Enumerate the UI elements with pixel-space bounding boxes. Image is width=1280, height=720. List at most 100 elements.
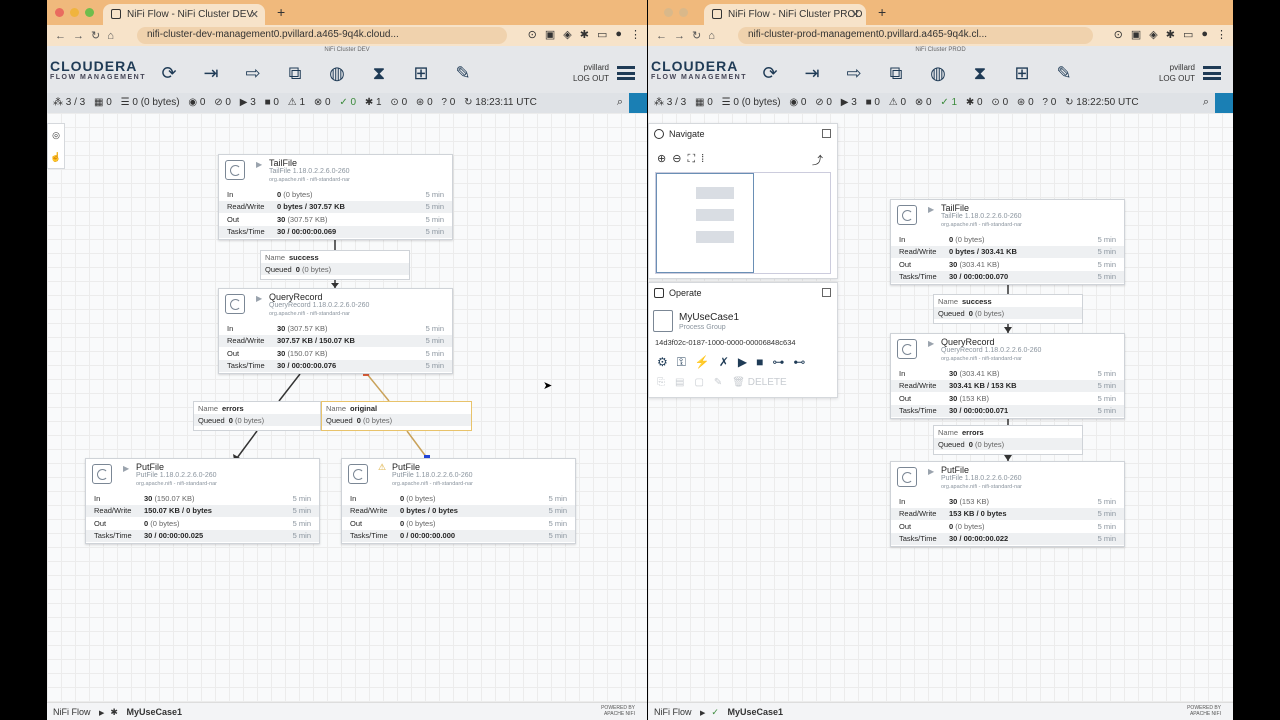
label-tool-icon[interactable]: ✎ bbox=[1050, 62, 1078, 84]
extension-icons[interactable]: ⊙ ▣ ◈ ✱ ▭ ● ⋮ bbox=[528, 28, 641, 41]
new-tab-button[interactable]: + bbox=[878, 4, 886, 20]
logo-subtext: FLOW MANAGEMENT bbox=[50, 74, 146, 81]
hamburger-icon[interactable] bbox=[617, 66, 635, 80]
processor-putfile-original[interactable]: ⚠ PutFile PutFile 1.18.0.2.2.6.0-260 org… bbox=[341, 458, 576, 544]
processor-name: QueryRecord bbox=[269, 292, 323, 302]
invalid-count: ⚠ 0 bbox=[888, 97, 907, 108]
search-icon[interactable]: ⌕ bbox=[1203, 96, 1209, 109]
remote-group-tool-icon[interactable]: ◍ bbox=[924, 62, 952, 84]
bulletin-board-button[interactable] bbox=[1215, 93, 1233, 113]
processor-putfile[interactable]: ▶ PutFile PutFile 1.18.0.2.2.6.0-260 org… bbox=[890, 461, 1125, 547]
template-icon[interactable]: ⊶ bbox=[772, 355, 784, 370]
processor-tailfile[interactable]: ▶ TailFile TailFile 1.18.0.2.2.6.0-260 o… bbox=[218, 154, 453, 240]
apache-nifi-logo: POWERED BY APACHE NIFI bbox=[1187, 705, 1221, 717]
remote-group-tool-icon[interactable]: ◍ bbox=[323, 62, 351, 84]
play-icon[interactable]: ▶ bbox=[738, 355, 747, 370]
browser-tab[interactable]: NiFi Flow - NiFi Cluster DEV ✕ bbox=[103, 4, 265, 25]
total-queued: ☰ 0 (0 bytes) bbox=[721, 97, 781, 108]
user-name: pvillard bbox=[583, 63, 609, 72]
processor-putfile-errors[interactable]: ▶ PutFile PutFile 1.18.0.2.2.6.0-260 org… bbox=[85, 458, 320, 544]
search-icon[interactable]: ⌕ bbox=[617, 96, 623, 109]
output-port-tool-icon[interactable]: ⇨ bbox=[239, 62, 267, 84]
nav-buttons[interactable]: ←→↻⌂ bbox=[55, 29, 121, 42]
processor-name: QueryRecord bbox=[941, 337, 995, 347]
gear-icon[interactable]: ⚙ bbox=[657, 355, 668, 370]
hamburger-icon[interactable] bbox=[1203, 66, 1221, 80]
running-icon: ▶ bbox=[928, 205, 935, 214]
flow-canvas[interactable]: ◎ ☝ ▶ TailFile TailFile 1.18.0.2.2.6.0-26… bbox=[47, 113, 647, 702]
copy-icon[interactable]: ⎘ bbox=[657, 377, 665, 388]
process-group-tool-icon[interactable]: ⧉ bbox=[281, 62, 309, 84]
nav-buttons[interactable]: ←→↻⌂ bbox=[656, 29, 722, 42]
fit-icon[interactable]: ⛶ bbox=[687, 153, 695, 165]
zoom-in-icon[interactable]: ⊕ bbox=[657, 153, 666, 165]
processor-tool-icon[interactable]: ⟳ bbox=[756, 62, 784, 84]
disable-icon[interactable]: ✗ bbox=[719, 355, 729, 370]
warning-icon[interactable]: ⚠ bbox=[378, 462, 386, 473]
not-transmitting: ⊘ 0 bbox=[815, 97, 832, 108]
funnel-tool-icon[interactable]: ⧗ bbox=[966, 62, 994, 84]
navigate-panel: Navigate ⊕ ⊖ ⛶ ⁞ ⤴ bbox=[648, 123, 838, 279]
input-port-tool-icon[interactable]: ⇥ bbox=[197, 62, 225, 84]
output-port-tool-icon[interactable]: ⇨ bbox=[840, 62, 868, 84]
stop-icon[interactable]: ■ bbox=[756, 355, 763, 370]
up-to-date-icon: ✓ bbox=[711, 707, 719, 717]
label-tool-icon[interactable]: ✎ bbox=[449, 62, 477, 84]
extension-icons[interactable]: ⊙ ▣ ◈ ✱ ▭ ● ⋮ bbox=[1114, 28, 1227, 41]
new-tab-button[interactable]: + bbox=[277, 4, 285, 20]
color-icon[interactable]: ✎ bbox=[714, 377, 722, 388]
process-group-tool-icon[interactable]: ⧉ bbox=[882, 62, 910, 84]
connection-success[interactable]: Name success Queued 0 (0 bytes) bbox=[933, 294, 1083, 324]
birdseye-view[interactable] bbox=[655, 172, 831, 274]
close-tab-icon[interactable]: ✕ bbox=[851, 8, 860, 21]
logout-link[interactable]: LOG OUT bbox=[1159, 73, 1195, 84]
input-port-tool-icon[interactable]: ⇥ bbox=[798, 62, 826, 84]
upload-template-icon[interactable]: ⊷ bbox=[793, 355, 805, 370]
zoom-out-icon[interactable]: ⊖ bbox=[672, 153, 681, 165]
browser-tab[interactable]: NiFi Flow - NiFi Cluster PROD ✕ bbox=[704, 4, 866, 25]
breadcrumb-current[interactable]: MyUseCase1 bbox=[126, 707, 182, 717]
process-group-icon bbox=[653, 310, 673, 332]
breadcrumb-root[interactable]: NiFi Flow bbox=[654, 707, 692, 717]
processor-tool-icon[interactable]: ⟳ bbox=[155, 62, 183, 84]
collapse-icon[interactable] bbox=[822, 288, 831, 297]
running-icon: ▶ bbox=[928, 339, 935, 348]
group-icon[interactable]: ▢ bbox=[694, 377, 703, 388]
operate-id: 14d3f02c-0187-1000-0000-00006848c634 bbox=[655, 338, 796, 347]
window-controls[interactable] bbox=[664, 8, 688, 17]
variables-icon[interactable]: ⚿ bbox=[677, 355, 686, 370]
connection-errors[interactable]: Name errors Queued 0 (0 bytes) bbox=[193, 401, 321, 431]
actual-size-icon[interactable]: ⁞ bbox=[701, 153, 704, 165]
url-field[interactable]: nifi-cluster-prod-management0.pvillard.a… bbox=[738, 27, 1093, 44]
cluster-nodes: ⁂ 3 / 3 bbox=[53, 97, 86, 108]
processor-icon bbox=[897, 339, 917, 359]
funnel-tool-icon[interactable]: ⧗ bbox=[365, 62, 393, 84]
processor-queryrecord[interactable]: ▶ QueryRecord QueryRecord 1.18.0.2.2.6.0… bbox=[890, 333, 1125, 419]
processor-stats: In 30 (153 KB) 5 min Read/Write 153 KB / 0 … bbox=[891, 495, 1124, 545]
navigate-header[interactable]: Navigate bbox=[649, 124, 837, 144]
prod-browser-window: NiFi Flow - NiFi Cluster PROD ✕ + ←→↻⌂ ni… bbox=[648, 0, 1233, 720]
processor-tailfile[interactable]: ▶ TailFile TailFile 1.18.0.2.2.6.0-260 o… bbox=[890, 199, 1125, 285]
template-tool-icon[interactable]: ⊞ bbox=[1008, 62, 1036, 84]
delete-button[interactable]: 🗑 DELETE bbox=[732, 377, 786, 388]
bulletin-board-button[interactable] bbox=[629, 93, 647, 113]
leave-group-icon[interactable]: ⤴ bbox=[812, 152, 823, 168]
template-tool-icon[interactable]: ⊞ bbox=[407, 62, 435, 84]
running-icon: ▶ bbox=[928, 467, 935, 476]
user-info: pvillard LOG OUT bbox=[1159, 62, 1195, 84]
collapse-icon[interactable] bbox=[822, 129, 831, 138]
url-text: nifi-cluster-prod-management0.pvillard.a… bbox=[748, 29, 988, 40]
operate-header[interactable]: Operate bbox=[649, 283, 837, 303]
logout-link[interactable]: LOG OUT bbox=[573, 73, 609, 84]
connection-success[interactable]: Name success Queued 0 (0 bytes) bbox=[260, 250, 410, 280]
url-field[interactable]: nifi-cluster-dev-management0.pvillard.a4… bbox=[137, 27, 507, 44]
breadcrumb-root[interactable]: NiFi Flow bbox=[53, 707, 91, 717]
window-controls[interactable] bbox=[55, 8, 94, 17]
paste-icon[interactable]: ▤ bbox=[675, 377, 684, 388]
connection-original[interactable]: Name original Queued 0 (0 bytes) bbox=[321, 401, 472, 431]
enable-icon[interactable]: ⚡ bbox=[695, 355, 710, 370]
connection-errors[interactable]: Name errors Queued 0 (0 bytes) bbox=[933, 425, 1083, 455]
processor-queryrecord[interactable]: ▶ QueryRecord QueryRecord 1.18.0.2.2.6.0… bbox=[218, 288, 453, 374]
breadcrumb-current[interactable]: MyUseCase1 bbox=[727, 707, 783, 717]
close-tab-icon[interactable]: ✕ bbox=[250, 8, 259, 21]
